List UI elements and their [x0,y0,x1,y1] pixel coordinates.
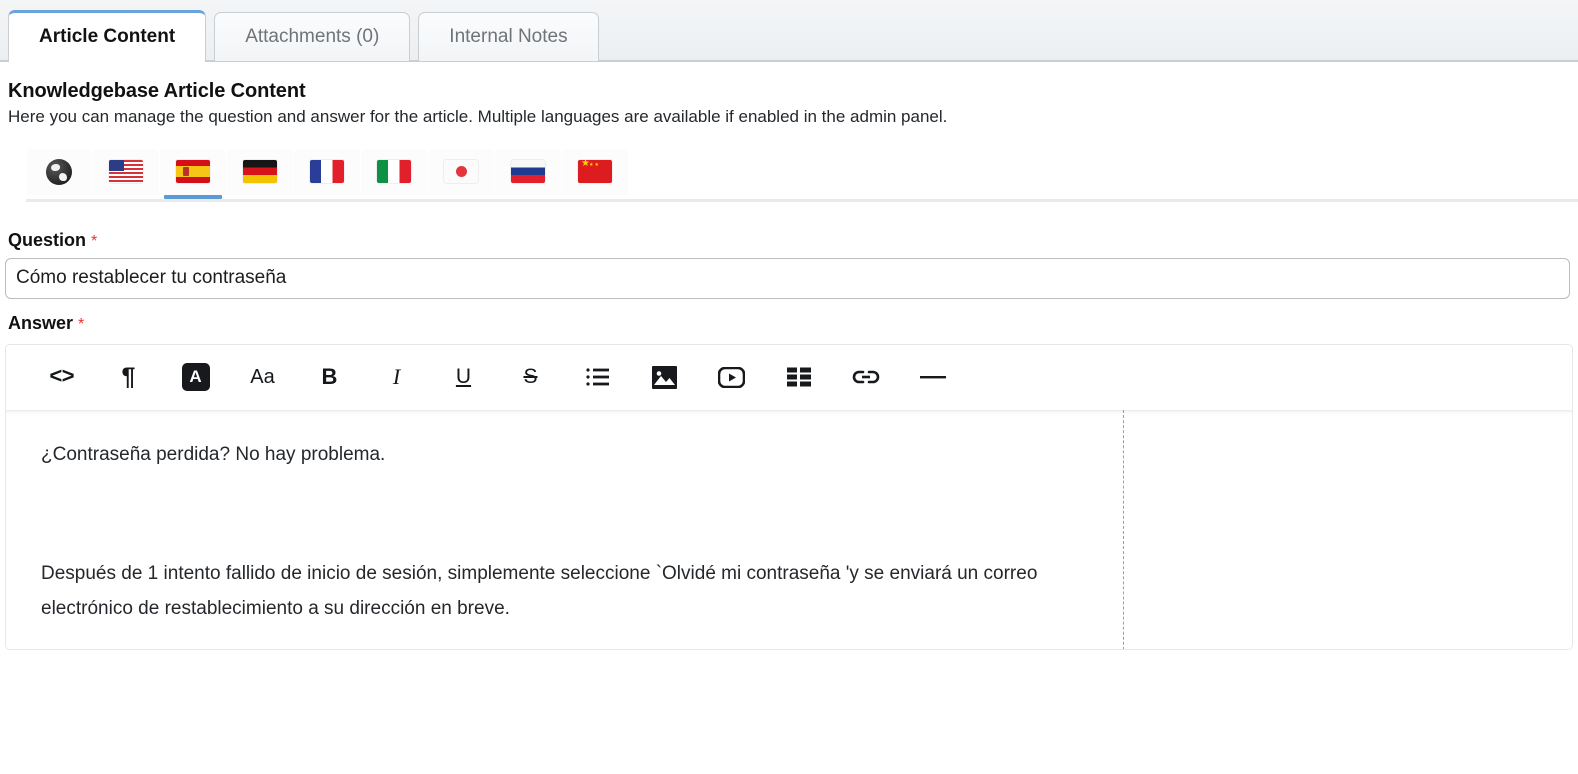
language-tab-chinese[interactable] [562,148,628,195]
editor-toolbar: <> ¶ A Aa B I U S [6,344,1572,410]
insert-video-icon[interactable] [698,357,765,397]
italic-icon[interactable]: I [363,357,430,397]
strikethrough-icon[interactable]: S [497,357,564,397]
language-tab-spanish[interactable] [160,148,226,199]
tab-label: Attachments (0) [245,26,380,47]
text-color-label: A [189,367,202,387]
language-tab-english-us[interactable] [93,148,159,195]
answer-label-text: Answer [8,312,74,333]
editor-paragraph: ¿Contraseña perdida? No hay problema. [41,443,386,465]
italic-label: I [392,364,401,390]
answer-field-group: Answer * <> ¶ A Aa B I U S ¿Contraseña p… [0,313,1578,650]
insert-image-icon[interactable] [631,357,698,397]
language-tab-russian[interactable] [495,148,561,195]
flag-it-icon [377,160,411,184]
editor-width-guide [1123,409,1124,649]
tab-internal-notes[interactable]: Internal Notes [418,12,599,61]
underline-label: U [455,365,472,389]
editor-paragraph: Después de 1 intento fallido de inicio d… [41,563,1038,620]
flag-es-icon [176,160,210,184]
flag-us-icon [109,160,143,184]
tab-label: Article Content [39,26,176,47]
globe-icon [46,158,72,185]
paragraph-format-label: ¶ [121,362,136,391]
bold-label: B [321,364,338,390]
language-tab-french[interactable] [294,148,360,195]
question-field-group: Question * [0,230,1578,299]
required-marker: * [91,232,98,250]
editor-content-area[interactable]: ¿Contraseña perdida? No hay problema. De… [6,409,1572,649]
source-code-label: <> [49,364,74,390]
horizontal-rule-icon[interactable] [899,357,966,397]
language-tab-german[interactable] [227,148,293,195]
font-size-label: Aa [250,365,275,388]
question-label-text: Question [8,229,87,250]
language-tab-italian[interactable] [361,148,427,195]
tab-label: Internal Notes [449,26,568,47]
insert-link-icon[interactable] [832,357,899,397]
language-tab-bar [0,148,1578,202]
section-header: Knowledgebase Article Content Here you c… [0,62,1578,129]
required-marker: * [78,315,85,333]
language-bar-divider [26,198,1578,202]
flag-cn-icon [578,160,612,184]
flag-fr-icon [310,160,344,184]
underline-icon[interactable]: U [430,357,497,397]
bold-icon[interactable]: B [296,357,363,397]
language-tab-japanese[interactable] [428,148,494,195]
page-description: Here you can manage the question and ans… [8,107,948,126]
font-size-icon[interactable]: Aa [229,357,296,397]
text-color-icon[interactable]: A [162,357,229,397]
flag-jp-icon [444,160,478,184]
bullet-list-icon[interactable] [564,357,631,397]
top-tab-strip: Article Content Attachments (0) Internal… [0,0,1578,62]
strikethrough-label: S [523,365,538,389]
tab-article-content[interactable]: Article Content [8,10,207,62]
insert-table-icon[interactable] [765,357,832,397]
answer-label: Answer * [8,313,1578,334]
source-code-icon[interactable]: <> [28,357,95,397]
flag-de-icon [243,160,277,184]
text-color-swatch: A [181,363,210,392]
page-title: Knowledgebase Article Content [8,80,306,102]
paragraph-format-icon[interactable]: ¶ [95,357,162,397]
tab-attachments[interactable]: Attachments (0) [214,12,411,61]
question-input[interactable] [5,257,1570,299]
rich-text-editor: <> ¶ A Aa B I U S ¿Contraseña perdida? N… [5,343,1573,650]
language-tab-default-global[interactable] [26,148,92,195]
question-label: Question * [8,230,1578,251]
flag-ru-icon [511,160,545,184]
